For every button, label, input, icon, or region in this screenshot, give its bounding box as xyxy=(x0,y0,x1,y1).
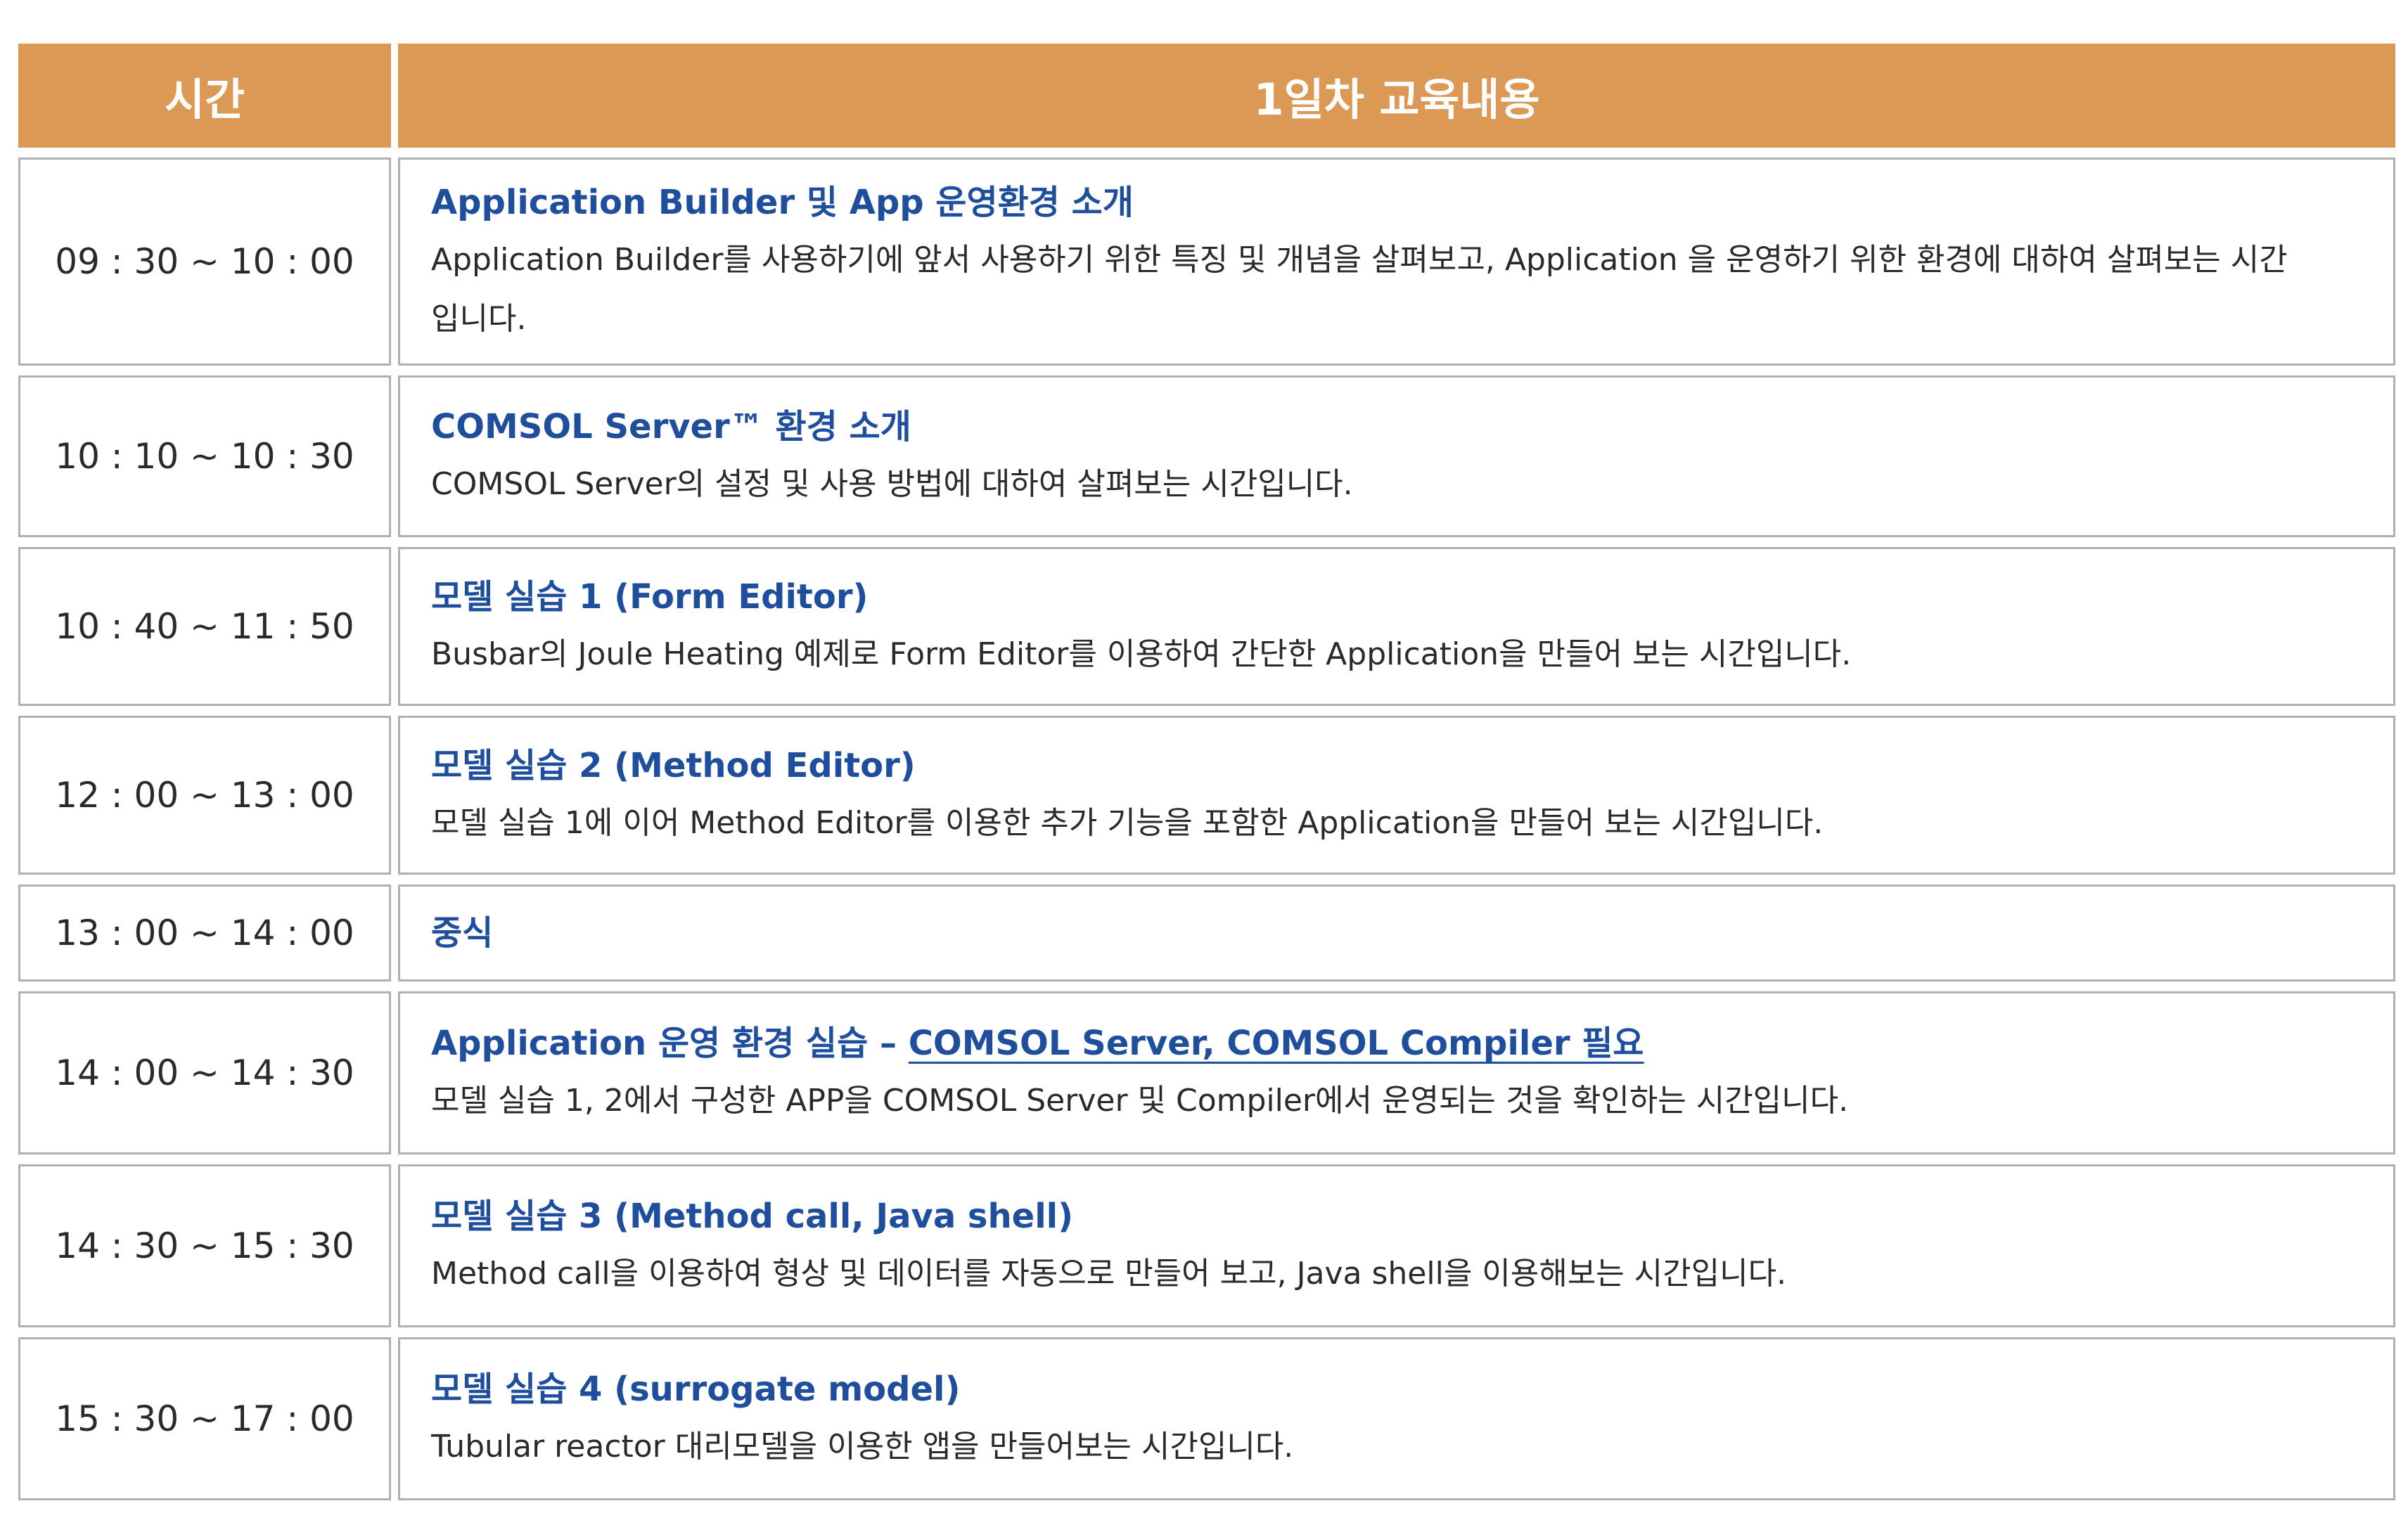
session-title: 모델 실습 1 (Form Editor) xyxy=(431,577,869,617)
session-content: COMSOL Server™ 환경 소개 COMSOL Server의 설정 및… xyxy=(398,375,2395,537)
session-time: 14 : 00 ~ 14 : 30 xyxy=(18,991,391,1154)
content-column-header: 1일차 교육내용 xyxy=(398,44,2395,148)
session-content: 모델 실습 3 (Method call, Java shell) Method… xyxy=(398,1164,2395,1327)
session-description: Application Builder를 사용하기에 앞서 사용하기 위한 특징… xyxy=(431,242,2288,337)
table-row: 10 : 10 ~ 10 : 30 COMSOL Server™ 환경 소개 C… xyxy=(18,375,2395,537)
table-row: 14 : 00 ~ 14 : 30 Application 운영 환경 실습 –… xyxy=(18,991,2395,1154)
session-title: Application Builder 및 App 운영환경 소개 xyxy=(431,183,1134,222)
requirement-link[interactable]: COMSOL Server, COMSOL Compiler 필요 xyxy=(909,1024,1644,1063)
table-row: 14 : 30 ~ 15 : 30 모델 실습 3 (Method call, … xyxy=(18,1164,2395,1327)
session-content: 모델 실습 1 (Form Editor) Busbar의 Joule Heat… xyxy=(398,547,2395,706)
session-title-prefix: Application 운영 환경 실습 – xyxy=(431,1024,909,1063)
table-row: 15 : 30 ~ 17 : 00 모델 실습 4 (surrogate mod… xyxy=(18,1337,2395,1500)
session-time: 09 : 30 ~ 10 : 00 xyxy=(18,157,391,366)
session-content: Application 운영 환경 실습 – COMSOL Server, CO… xyxy=(398,991,2395,1154)
session-time: 10 : 10 ~ 10 : 30 xyxy=(18,375,391,537)
session-title: 모델 실습 4 (surrogate model) xyxy=(431,1370,961,1409)
table-header: 시간 1일차 교육내용 xyxy=(18,44,2395,148)
session-title: 중식 xyxy=(431,913,494,953)
session-description: Method call을 이용하여 형상 및 데이터를 자동으로 만들어 보고,… xyxy=(431,1256,1787,1292)
table-row: 12 : 00 ~ 13 : 00 모델 실습 2 (Method Editor… xyxy=(18,716,2395,875)
schedule-table: 시간 1일차 교육내용 09 : 30 ~ 10 : 00 Applicatio… xyxy=(18,44,2395,1510)
session-time: 12 : 00 ~ 13 : 00 xyxy=(18,716,391,875)
session-title: COMSOL Server™ 환경 소개 xyxy=(431,407,911,446)
session-content: 모델 실습 2 (Method Editor) 모델 실습 1에 이어 Meth… xyxy=(398,716,2395,875)
table-row: 09 : 30 ~ 10 : 00 Application Builder 및 … xyxy=(18,157,2395,366)
session-content: 모델 실습 4 (surrogate model) Tubular reacto… xyxy=(398,1337,2395,1500)
session-content: 중식 xyxy=(398,884,2395,981)
session-description: Busbar의 Joule Heating 예제로 Form Editor를 이… xyxy=(431,636,1852,672)
session-description: 모델 실습 1, 2에서 구성한 APP을 COMSOL Server 및 Co… xyxy=(431,1083,1849,1119)
session-time: 13 : 00 ~ 14 : 00 xyxy=(18,884,391,981)
session-title: Application 운영 환경 실습 – COMSOL Server, CO… xyxy=(431,1015,2309,1071)
session-time: 10 : 40 ~ 11 : 50 xyxy=(18,547,391,706)
session-description: COMSOL Server의 설정 및 사용 방법에 대하여 살펴보는 시간입니… xyxy=(431,466,1353,502)
table-row: 10 : 40 ~ 11 : 50 모델 실습 1 (Form Editor) … xyxy=(18,547,2395,706)
session-title: 모델 실습 2 (Method Editor) xyxy=(431,746,916,785)
session-time: 15 : 30 ~ 17 : 00 xyxy=(18,1337,391,1500)
table-row: 13 : 00 ~ 14 : 00 중식 xyxy=(18,884,2395,981)
session-content: Application Builder 및 App 운영환경 소개 Applic… xyxy=(398,157,2395,366)
session-description: 모델 실습 1에 이어 Method Editor를 이용한 추가 기능을 포함… xyxy=(431,805,1824,841)
session-title: 모델 실습 3 (Method call, Java shell) xyxy=(431,1197,1074,1236)
session-description: Tubular reactor 대리모델을 이용한 앱을 만들어보는 시간입니다… xyxy=(431,1429,1294,1465)
time-column-header: 시간 xyxy=(18,44,391,148)
session-time: 14 : 30 ~ 15 : 30 xyxy=(18,1164,391,1327)
